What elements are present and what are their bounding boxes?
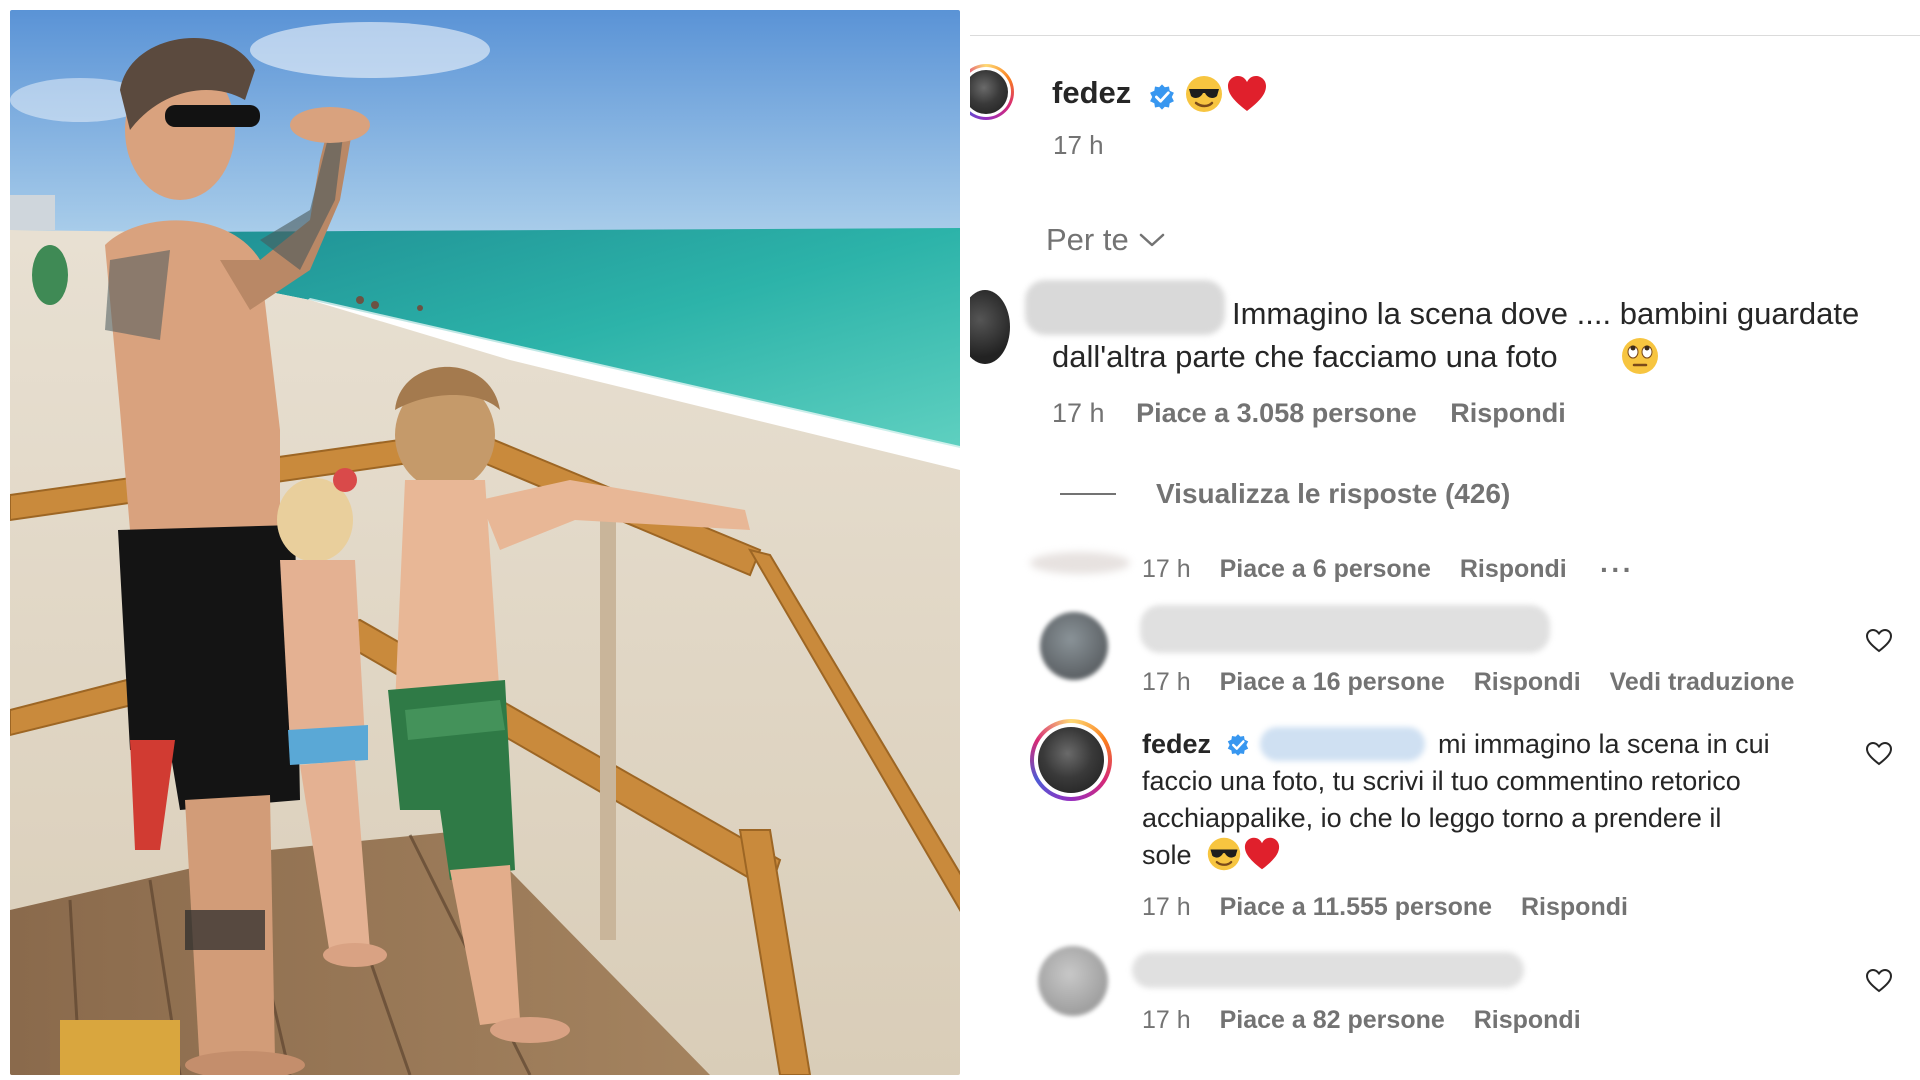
comment-time: 17 h: [1142, 1006, 1191, 1034]
comment-meta: 17 h Piace a 6 persone Rispondi: [1142, 555, 1567, 584]
fedez-reply-avatar[interactable]: [1030, 719, 1112, 801]
like-heart-icon[interactable]: [1865, 968, 1893, 994]
reply-button[interactable]: Rispondi: [1460, 555, 1567, 584]
comment-likes-link[interactable]: Piace a 11.555 persone: [1220, 893, 1492, 922]
beach-photo-illustration: [10, 10, 960, 1075]
comment-filter-label: Per te: [1046, 222, 1129, 257]
view-replies-label: Visualizza le risposte (426): [1156, 478, 1511, 509]
comment-time: 17 h: [1052, 398, 1105, 428]
like-heart-icon[interactable]: [1865, 628, 1893, 654]
comment-time: 17 h: [1142, 555, 1191, 583]
see-translation-link[interactable]: Vedi traduzione: [1610, 668, 1795, 697]
verified-badge-icon: [1227, 734, 1249, 756]
post-author-username[interactable]: fedez: [1052, 75, 1131, 111]
comment-likes-link[interactable]: Piace a 3.058 persone: [1136, 398, 1417, 429]
blurred-username: [1025, 280, 1225, 335]
comment-meta: 17 h Piace a 11.555 persone Rispondi: [1142, 893, 1628, 922]
blurred-comment: [1140, 605, 1550, 653]
reply-text-line: sole: [1142, 840, 1192, 870]
blurred-mention: [1260, 727, 1425, 761]
commenter-avatar[interactable]: [970, 290, 1010, 364]
chevron-down-icon: [1139, 233, 1164, 247]
commenter-avatar[interactable]: [1040, 612, 1108, 680]
faded-reply-top: [1030, 552, 1130, 574]
comment-likes-link[interactable]: Piace a 16 persone: [1220, 668, 1445, 697]
comment-meta: 17 h Piace a 82 persone Rispondi: [1142, 1006, 1581, 1035]
comment-text-line: dall'altra parte che facciamo una foto: [1052, 339, 1558, 374]
reply-button[interactable]: Rispondi: [1474, 668, 1581, 697]
comment-likes-link[interactable]: Piace a 82 persone: [1220, 1006, 1445, 1035]
comment-likes-link[interactable]: Piace a 6 persone: [1220, 555, 1431, 584]
post-photo: [10, 10, 960, 1075]
comment-meta: 17 h Piace a 3.058 persone Rispondi: [1052, 398, 1566, 429]
replies-line: [1060, 493, 1116, 495]
red-heart-emoji-icon: [1228, 76, 1266, 111]
reply-button[interactable]: Rispondi: [1521, 893, 1628, 922]
reply-button[interactable]: Rispondi: [1450, 398, 1566, 429]
divider: [970, 35, 1920, 36]
post-author-avatar[interactable]: [970, 64, 1014, 120]
comment-meta: 17 h Piace a 16 persone Rispondi Vedi tr…: [1142, 668, 1794, 697]
reply-text-line: acchiappalike, io che lo leggo torno a p…: [1142, 803, 1722, 833]
reply-text-line: faccio una foto, tu scrivi il tuo commen…: [1142, 766, 1741, 796]
commenter-avatar[interactable]: [1038, 946, 1108, 1016]
view-replies-toggle[interactable]: Visualizza le risposte (426): [1060, 478, 1510, 510]
more-options-icon[interactable]: ···: [1600, 554, 1634, 586]
comment-time: 17 h: [1142, 668, 1191, 696]
reply-button[interactable]: Rispondi: [1474, 1006, 1581, 1035]
comment-filter-dropdown[interactable]: Per te: [1046, 222, 1167, 258]
instagram-comments-panel: fedez 17 h Per te Immagino la scena dove…: [970, 0, 1920, 1080]
eye-roll-emoji-icon: [1622, 338, 1658, 374]
reply-author-username[interactable]: fedez: [1142, 729, 1211, 760]
like-heart-icon[interactable]: [1865, 741, 1893, 767]
comment-time: 17 h: [1142, 893, 1191, 921]
sunglasses-emoji-icon: [1186, 76, 1222, 112]
red-heart-emoji-icon: [1244, 837, 1280, 870]
sunglasses-emoji-icon: [1207, 837, 1241, 871]
verified-badge-icon: [1150, 84, 1174, 110]
reply-text-line: mi immagino la scena in cui: [1438, 729, 1770, 759]
post-time: 17 h: [1053, 130, 1104, 160]
comment-text-line: Immagino la scena dove .... bambini guar…: [1232, 296, 1860, 331]
blurred-comment: [1132, 952, 1524, 988]
